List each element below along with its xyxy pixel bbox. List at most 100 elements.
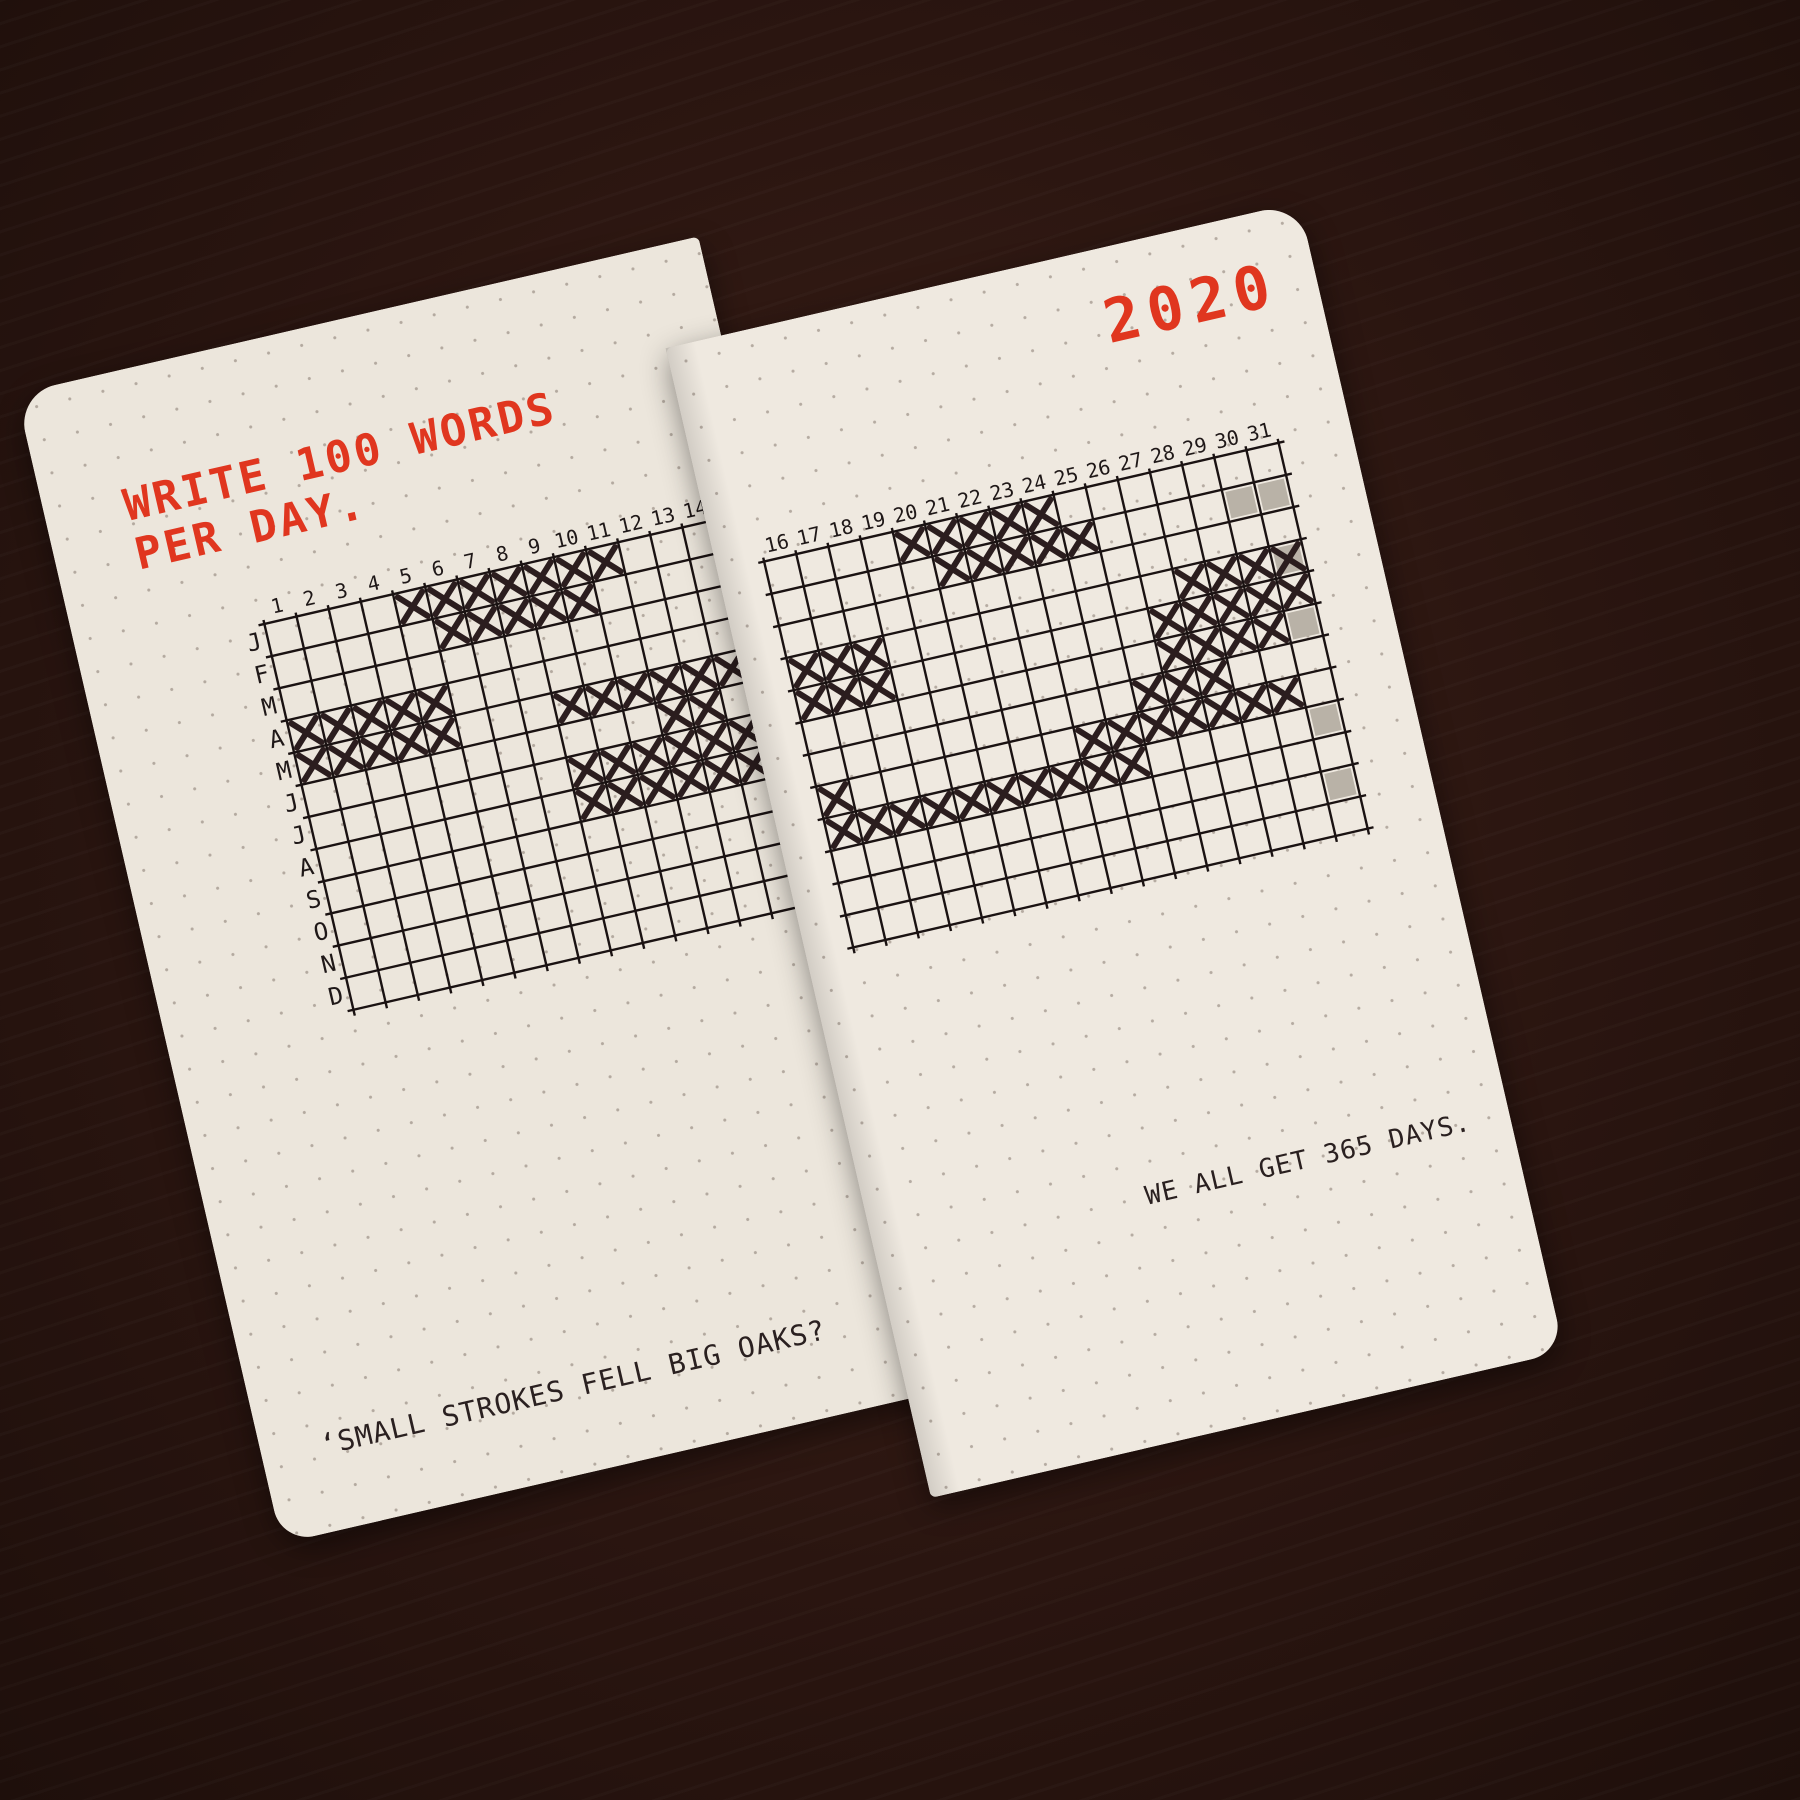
day-label-8: 8 bbox=[494, 541, 511, 567]
completed-day-mark bbox=[600, 744, 637, 781]
day-label-13: 13 bbox=[648, 502, 677, 531]
grid-row-line bbox=[817, 697, 1345, 822]
day-label-22: 22 bbox=[955, 484, 984, 513]
completed-day-mark bbox=[1050, 761, 1087, 798]
day-label-17: 17 bbox=[795, 521, 824, 550]
completed-day-mark bbox=[990, 503, 1027, 540]
unused-day-cell bbox=[1257, 478, 1290, 511]
completed-day-mark bbox=[607, 776, 644, 813]
day-label-26: 26 bbox=[1084, 455, 1113, 484]
completed-day-mark bbox=[656, 697, 693, 734]
completed-day-mark bbox=[1235, 684, 1272, 721]
month-label-0: J bbox=[244, 627, 264, 658]
completed-day-mark bbox=[664, 729, 701, 766]
day-label-6: 6 bbox=[429, 555, 446, 581]
completed-day-mark bbox=[1238, 548, 1275, 585]
completed-day-mark bbox=[466, 605, 503, 642]
completed-day-mark bbox=[1206, 555, 1243, 592]
completed-day-mark bbox=[1030, 528, 1067, 565]
day-label-16: 16 bbox=[762, 529, 791, 558]
completed-day-mark bbox=[696, 722, 733, 759]
grid-row-line bbox=[847, 826, 1374, 950]
unused-day-cell bbox=[1309, 703, 1342, 736]
completed-day-mark bbox=[1203, 691, 1240, 728]
completed-day-mark bbox=[587, 544, 624, 581]
month-label-4: M bbox=[274, 756, 294, 787]
completed-day-mark bbox=[1245, 580, 1282, 617]
completed-day-mark bbox=[820, 644, 857, 681]
completed-day-mark bbox=[491, 566, 528, 603]
day-label-9: 9 bbox=[526, 533, 543, 559]
grid-row-line bbox=[332, 831, 828, 948]
completed-day-mark bbox=[295, 746, 332, 783]
completed-day-mark bbox=[459, 573, 496, 610]
completed-day-mark bbox=[555, 551, 592, 588]
year-heading: 2020 bbox=[1096, 249, 1285, 358]
day-label-18: 18 bbox=[827, 514, 856, 543]
day-label-1: 1 bbox=[269, 593, 286, 619]
day-label-25: 25 bbox=[1052, 462, 1081, 491]
completed-day-mark bbox=[795, 684, 832, 721]
grid-row-line bbox=[787, 568, 1315, 693]
day-label-4: 4 bbox=[365, 570, 382, 596]
completed-day-mark bbox=[530, 591, 567, 628]
completed-day-mark bbox=[671, 761, 708, 798]
completed-day-mark bbox=[1082, 753, 1119, 790]
completed-day-mark bbox=[632, 737, 669, 773]
unused-day-cell bbox=[1287, 607, 1320, 640]
completed-day-mark bbox=[617, 672, 654, 709]
completed-day-mark bbox=[1131, 674, 1168, 711]
day-label-10: 10 bbox=[552, 524, 581, 553]
month-label-6: J bbox=[289, 820, 309, 851]
month-label-10: N bbox=[318, 949, 338, 980]
completed-day-mark bbox=[1221, 620, 1258, 657]
completed-day-mark bbox=[894, 526, 931, 563]
grid-row-line bbox=[325, 799, 820, 916]
completed-day-mark bbox=[852, 637, 889, 674]
unused-day-cell bbox=[1225, 485, 1258, 519]
month-label-2: M bbox=[259, 691, 279, 722]
day-label-29: 29 bbox=[1180, 432, 1209, 461]
completed-day-mark bbox=[434, 613, 471, 650]
completed-day-mark bbox=[1149, 602, 1186, 639]
completed-day-mark bbox=[1196, 659, 1233, 696]
completed-day-mark bbox=[681, 657, 718, 694]
completed-day-mark bbox=[567, 751, 604, 788]
completed-day-mark bbox=[788, 652, 825, 689]
completed-day-mark bbox=[1156, 635, 1193, 672]
completed-day-mark bbox=[998, 536, 1035, 573]
grid-row-line bbox=[317, 767, 813, 884]
completed-day-mark bbox=[825, 813, 862, 850]
day-label-30: 30 bbox=[1213, 425, 1242, 454]
completed-day-mark bbox=[1164, 667, 1201, 704]
completed-day-mark bbox=[1023, 496, 1060, 533]
completed-day-mark bbox=[1188, 627, 1225, 664]
day-label-12: 12 bbox=[616, 510, 645, 539]
completed-day-mark bbox=[1075, 721, 1112, 758]
month-label-8: S bbox=[303, 884, 323, 915]
completed-day-mark bbox=[958, 511, 995, 548]
completed-day-mark bbox=[523, 558, 560, 595]
month-label-1: F bbox=[252, 659, 272, 690]
completed-day-mark bbox=[498, 598, 535, 635]
day-label-27: 27 bbox=[1116, 447, 1145, 476]
day-label-28: 28 bbox=[1148, 440, 1177, 469]
grid-row-line bbox=[339, 863, 835, 981]
completed-day-mark bbox=[424, 717, 461, 754]
completed-day-mark bbox=[703, 754, 740, 791]
completed-day-mark bbox=[585, 680, 622, 717]
month-label-7: A bbox=[296, 852, 317, 883]
completed-day-mark bbox=[394, 588, 431, 625]
grid-row-line bbox=[795, 601, 1322, 725]
completed-day-mark bbox=[857, 805, 894, 842]
completed-day-mark bbox=[288, 714, 325, 751]
completed-day-mark bbox=[1277, 573, 1314, 610]
completed-day-mark bbox=[360, 732, 397, 769]
day-label-11: 11 bbox=[584, 517, 613, 546]
month-label-11: D bbox=[326, 981, 346, 1012]
month-label-9: O bbox=[311, 917, 331, 948]
completed-day-mark bbox=[934, 550, 971, 587]
completed-day-mark bbox=[1181, 595, 1218, 632]
completed-day-mark bbox=[1107, 714, 1144, 751]
day-label-21: 21 bbox=[923, 492, 952, 521]
